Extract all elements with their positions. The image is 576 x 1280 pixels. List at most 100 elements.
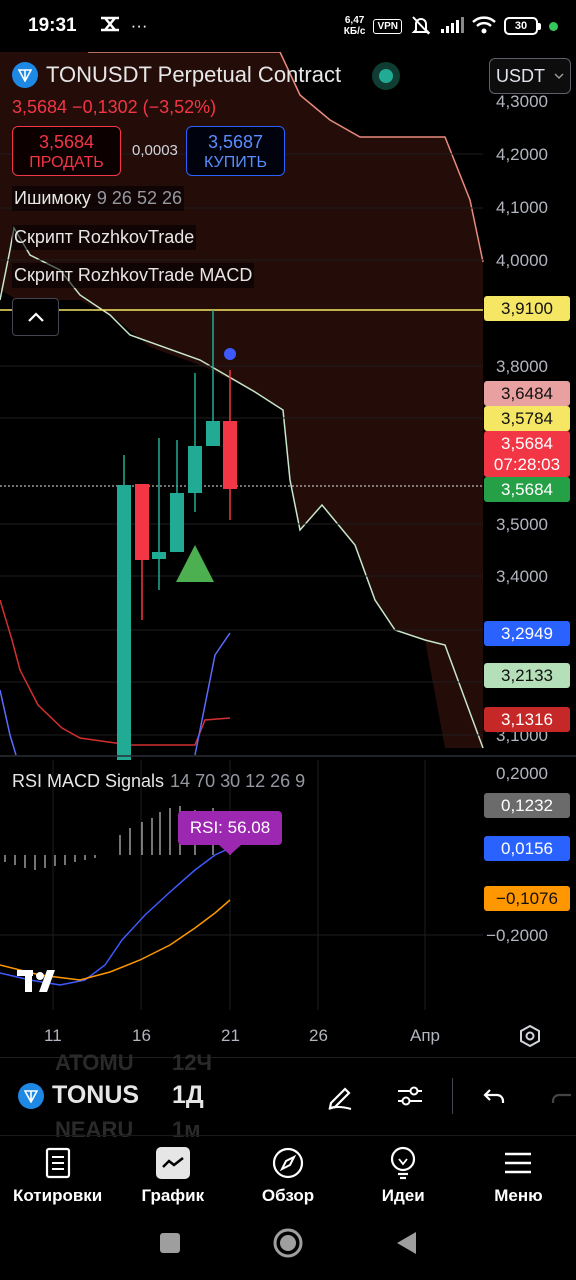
time-axis-label: 26 — [309, 1026, 328, 1045]
battery-icon: 30 — [504, 17, 541, 35]
chevron-down-icon — [554, 73, 564, 80]
drawing-tools-icon[interactable] — [322, 1078, 358, 1114]
nav-label: Меню — [494, 1186, 543, 1205]
candle-countdown: 07:28:03 — [493, 455, 561, 474]
buy-button[interactable]: 3,5687 КУПИТЬ — [186, 126, 285, 176]
bottom-nav: Котировки График Обзор Идеи Меню — [0, 1135, 576, 1210]
price-tag-red: 3,1316 — [484, 707, 570, 732]
lightbulb-icon — [388, 1146, 418, 1180]
symbol-title-text: TONUSDT Perpetual Contract — [46, 62, 342, 87]
indicator-name: Ишимоку — [14, 188, 91, 208]
nav-label: Котировки — [12, 1186, 103, 1205]
candle-down-current — [223, 421, 237, 489]
time-axis-label: 21 — [221, 1026, 240, 1045]
chart-icon — [155, 1146, 190, 1180]
indicator-rozhkov-macd[interactable]: Скрипт RozhkovTrade MACD — [12, 263, 255, 288]
interval-selector[interactable]: 1Д — [172, 1081, 204, 1110]
indicator-rozhkov[interactable]: Скрипт RozhkovTrade — [12, 225, 197, 250]
rsi-value-badge: RSI: 56.08 — [178, 811, 282, 845]
signal-icon — [440, 16, 464, 37]
tenkan-line-left — [0, 689, 17, 756]
candle-up — [206, 421, 220, 446]
indicator-ichimoku[interactable]: Ишимоку 9 26 52 26 — [12, 186, 184, 211]
rsi-axis-label: −0,2000 — [486, 926, 548, 945]
nav-menu[interactable]: Меню — [461, 1136, 576, 1210]
nav-ideas[interactable]: Идеи — [346, 1136, 461, 1210]
symbol-title[interactable]: TONUSDT Perpetual Contract — [12, 62, 341, 88]
price-tag-blue: 3,2949 — [484, 621, 570, 646]
privacy-dot — [549, 21, 558, 31]
ghost-symbol-above: ATOMU — [55, 1050, 134, 1075]
candle-up — [188, 446, 202, 493]
price-axis-label: 3,4000 — [496, 567, 548, 586]
indicator-params: 14 70 30 12 26 9 — [170, 771, 306, 791]
price-tag-green: 3,5684 — [484, 477, 570, 502]
time-axis-label: 11 — [44, 1026, 62, 1045]
net-speed-value: 6,47 — [344, 15, 365, 26]
price-change: 3,5684 −0,1302 (−3,52%) — [12, 97, 217, 117]
bell-muted-icon — [410, 14, 432, 39]
kijun-line — [0, 599, 231, 746]
current-price-tag: 3,5684 07:28:03 — [484, 431, 570, 477]
price-axis-label: 4,2000 — [496, 145, 548, 164]
net-speed: 6,47 КБ/с — [344, 15, 366, 37]
candle-up — [170, 493, 184, 552]
symbol-selector-text: TONUS — [52, 1081, 140, 1109]
price-tag-yellow-line[interactable]: 3,9100 — [484, 296, 570, 321]
rsi-axis-label: 0,2000 — [496, 764, 548, 783]
candle-down — [135, 484, 149, 560]
candle-up — [152, 552, 166, 559]
rsi-tag-orange: −0,1076 — [484, 886, 570, 911]
spread: 0,0003 — [132, 142, 178, 159]
undo-icon[interactable] — [476, 1078, 512, 1114]
buy-price: 3,5687 — [207, 132, 264, 152]
time-axis-label: 16 — [132, 1026, 151, 1045]
price-tag-salmon: 3,6484 — [484, 381, 570, 406]
chart-settings-icon[interactable] — [518, 1024, 542, 1053]
recents-button[interactable] — [158, 1231, 182, 1260]
signal-dot-blue — [224, 348, 236, 360]
price-axis-label: 4,0000 — [496, 251, 548, 270]
status-bar: 19:31 ··· 6,47 КБ/с VPN 30 — [0, 0, 576, 52]
back-button[interactable] — [394, 1230, 418, 1261]
nav-label: График — [141, 1186, 205, 1205]
nav-chart[interactable]: График — [115, 1136, 230, 1210]
candles — [117, 310, 237, 760]
redo-icon[interactable] — [548, 1078, 576, 1114]
sell-button[interactable]: 3,5684 ПРОДАТЬ — [12, 126, 121, 176]
indicator-name: Скрипт RozhkovTrade — [14, 227, 195, 247]
status-time: 19:31 — [28, 15, 77, 36]
net-speed-unit: КБ/с — [343, 26, 366, 37]
compass-icon — [271, 1146, 305, 1180]
tenkan-line-right — [194, 632, 231, 756]
nav-overview[interactable]: Обзор — [230, 1136, 345, 1210]
nav-quotes[interactable]: Котировки — [0, 1136, 115, 1210]
currency-select[interactable]: USDT — [489, 58, 571, 94]
vpn-badge: VPN — [373, 18, 402, 34]
wifi-icon — [472, 15, 496, 37]
nav-label: Обзор — [261, 1186, 315, 1205]
chevron-up-icon — [27, 312, 44, 322]
symbol-selector[interactable]: TONUS — [18, 1081, 139, 1110]
indicators-settings-icon[interactable] — [392, 1078, 428, 1114]
tradingview-logo-icon — [17, 968, 63, 999]
price-tag-light-green: 3,2133 — [484, 663, 570, 688]
ton-logo-icon — [18, 1082, 44, 1109]
menu-icon — [503, 1146, 533, 1180]
more-notifications-icon: ··· — [130, 16, 148, 35]
rsi-macd-indicator-title[interactable]: RSI MACD Signals 14 70 30 12 26 9 — [12, 771, 305, 792]
price-axis-label: 3,5000 — [496, 515, 548, 534]
rsi-tag-gray: 0,1232 — [484, 793, 570, 818]
buy-label: КУПИТЬ — [204, 154, 267, 171]
time-axis-label: Апр — [410, 1026, 440, 1045]
candle-up — [117, 485, 131, 760]
home-button[interactable] — [272, 1227, 304, 1264]
market-status-icon[interactable] — [372, 62, 400, 90]
price-axis-label: 3,8000 — [496, 357, 548, 376]
notification-app-icon — [99, 16, 121, 37]
rsi-badge-pointer — [219, 845, 241, 855]
price-axis-label: 4,1000 — [496, 198, 548, 217]
price-axis-label: 4,3000 — [496, 92, 548, 111]
sell-label: ПРОДАТЬ — [29, 154, 104, 171]
collapse-indicators-button[interactable] — [12, 298, 59, 336]
